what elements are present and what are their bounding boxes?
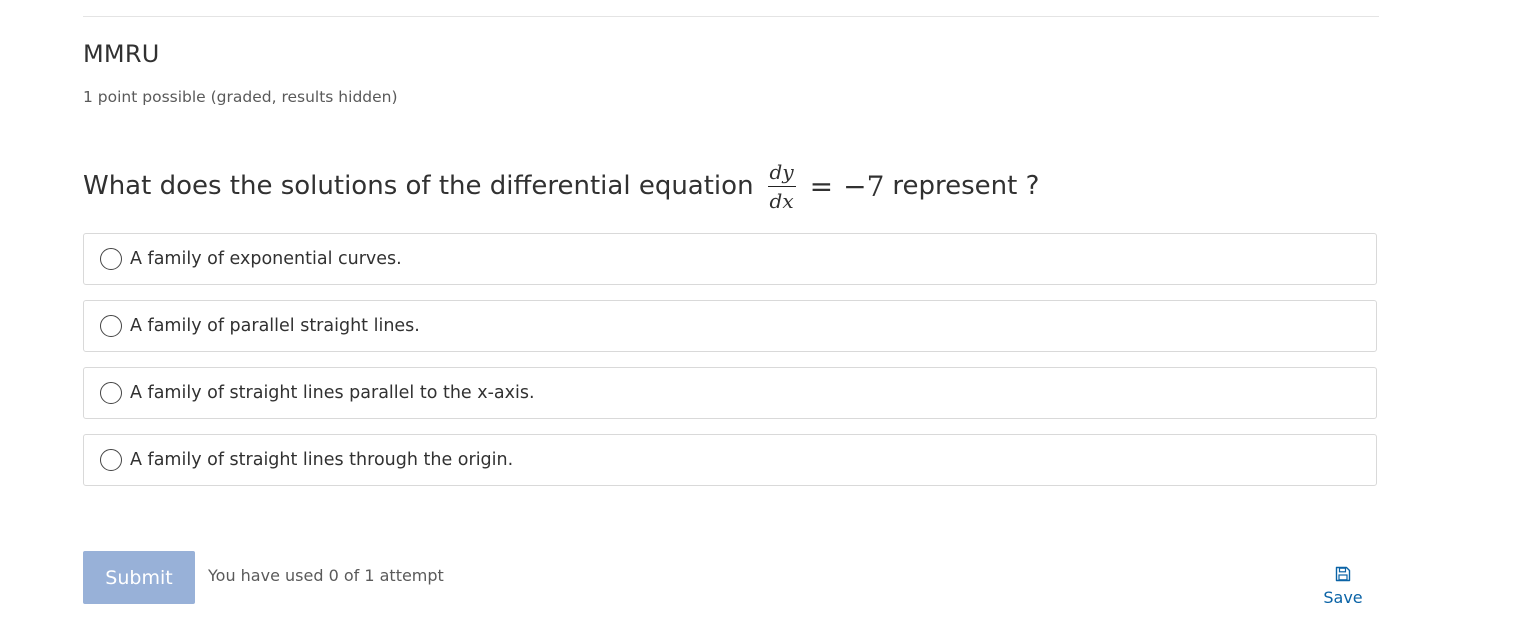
equation-rhs: −7	[843, 169, 885, 203]
choice-option-3[interactable]: A family of straight lines parallel to t…	[83, 367, 1377, 419]
fraction-numerator: dy	[767, 162, 796, 187]
equals-sign: =	[809, 169, 834, 203]
choice-label: A family of exponential curves.	[130, 249, 402, 269]
radio-button[interactable]	[100, 382, 122, 404]
fraction-denominator: dx	[769, 188, 794, 213]
question-text-before: What does the solutions of the different…	[83, 171, 754, 201]
radio-button[interactable]	[100, 315, 122, 337]
choice-option-4[interactable]: A family of straight lines through the o…	[83, 434, 1377, 486]
submit-button[interactable]: Submit	[83, 551, 195, 604]
radio-button[interactable]	[100, 449, 122, 471]
save-button[interactable]: Save	[1314, 566, 1372, 612]
choice-label: A family of straight lines parallel to t…	[130, 383, 535, 403]
derivative-fraction: dy dx	[767, 162, 796, 213]
problem-title: MMRU	[83, 40, 160, 68]
choice-option-1[interactable]: A family of exponential curves.	[83, 233, 1377, 285]
question-prompt: What does the solutions of the different…	[83, 156, 1039, 216]
attempts-status: You have used 0 of 1 attempt	[208, 566, 444, 585]
choice-label: A family of parallel straight lines.	[130, 316, 420, 336]
save-label: Save	[1323, 588, 1363, 607]
choice-option-2[interactable]: A family of parallel straight lines.	[83, 300, 1377, 352]
top-divider	[83, 16, 1379, 17]
problem-points-meta: 1 point possible (graded, results hidden…	[83, 88, 398, 106]
differential-equation: dy dx = −7	[767, 162, 885, 213]
radio-button[interactable]	[100, 248, 122, 270]
question-text-after: represent ?	[892, 171, 1040, 201]
choice-label: A family of straight lines through the o…	[130, 450, 514, 470]
floppy-disk-icon	[1335, 566, 1351, 582]
